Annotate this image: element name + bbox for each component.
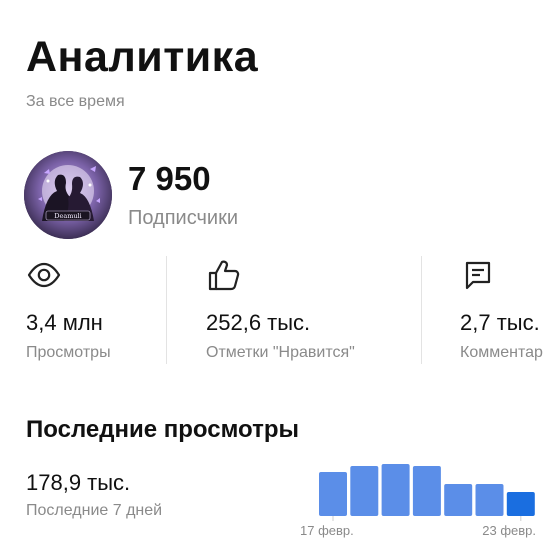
recent-views-value: 178,9 тыс. xyxy=(26,470,131,495)
avatar-logo-text: Deamuli xyxy=(54,212,81,220)
period-label[interactable]: За все время xyxy=(26,93,125,111)
likes-value: 252,6 тыс. xyxy=(206,310,311,335)
chart-x-tick-label: 17 февр. xyxy=(300,523,354,538)
comment-icon xyxy=(460,258,496,292)
chart-bar[interactable] xyxy=(444,484,473,516)
views-value: 3,4 млн xyxy=(26,310,103,335)
stat-divider xyxy=(421,256,422,364)
recent-views-chart[interactable]: 17 февр. 23 февр. xyxy=(300,450,560,560)
section-title-recent-views: Последние просмотры xyxy=(26,416,299,443)
thumbs-up-icon xyxy=(206,258,242,292)
chart-bar[interactable] xyxy=(319,472,347,516)
chart-bar[interactable] xyxy=(350,466,379,516)
subscribers-count: 7 950 xyxy=(128,160,211,197)
comments-value: 2,7 тыс. xyxy=(460,310,540,335)
chart-bar[interactable] xyxy=(475,484,504,516)
subscribers-label: Подписчики xyxy=(128,207,239,229)
likes-label: Отметки "Нравится" xyxy=(206,344,355,361)
avatar-image: Deamuli xyxy=(24,151,112,239)
eye-icon xyxy=(26,258,62,292)
chart-bar[interactable] xyxy=(506,492,535,516)
chart-x-tick-label: 23 февр. xyxy=(482,523,536,538)
chart-bar[interactable] xyxy=(381,464,410,516)
stat-divider xyxy=(166,256,167,364)
comments-label: Комментар xyxy=(460,344,543,361)
views-label: Просмотры xyxy=(26,344,111,361)
recent-views-label: Последние 7 дней xyxy=(26,502,163,519)
chart-bar[interactable] xyxy=(412,466,441,516)
channel-avatar[interactable]: Deamuli xyxy=(24,151,112,239)
page-title: Аналитика xyxy=(26,33,259,81)
